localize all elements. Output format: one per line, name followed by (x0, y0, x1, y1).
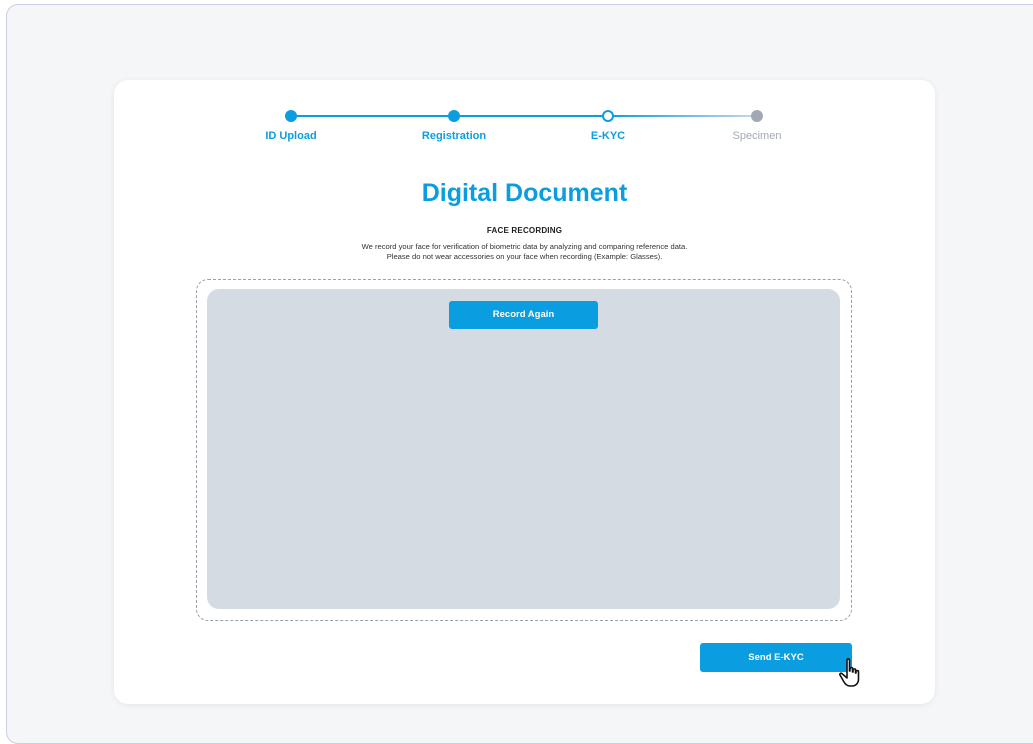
step-connector-1 (291, 115, 454, 117)
record-again-button[interactable]: Record Again (449, 301, 598, 329)
step-label-specimen: Specimen (732, 130, 782, 142)
step-dot-specimen (751, 110, 763, 122)
document-card: ID Upload Registration E-KYC Specimen Di… (114, 80, 935, 704)
send-ekyc-button[interactable]: Send E-KYC (700, 643, 852, 672)
video-preview: Record Again (207, 289, 840, 609)
step-label-registration: Registration (421, 130, 487, 142)
step-connector-2 (454, 115, 608, 117)
description-line-1: We record your face for verification of … (361, 242, 688, 251)
step-dot-id-upload (285, 110, 297, 122)
section-description: We record your face for verification of … (114, 242, 935, 261)
hand-pointer-icon (839, 658, 860, 687)
face-recording-frame: Record Again (196, 279, 852, 621)
step-label-ekyc: E-KYC (590, 130, 626, 142)
page-title: Digital Document (421, 179, 628, 207)
description-line-2: Please do not wear accessories on your f… (386, 251, 663, 261)
step-label-id-upload: ID Upload (265, 130, 317, 142)
step-dot-ekyc (602, 110, 614, 122)
step-connector-3 (608, 115, 757, 117)
step-dot-registration (448, 110, 460, 122)
section-title: FACE RECORDING (486, 226, 563, 235)
progress-stepper: ID Upload Registration E-KYC Specimen (114, 80, 935, 150)
